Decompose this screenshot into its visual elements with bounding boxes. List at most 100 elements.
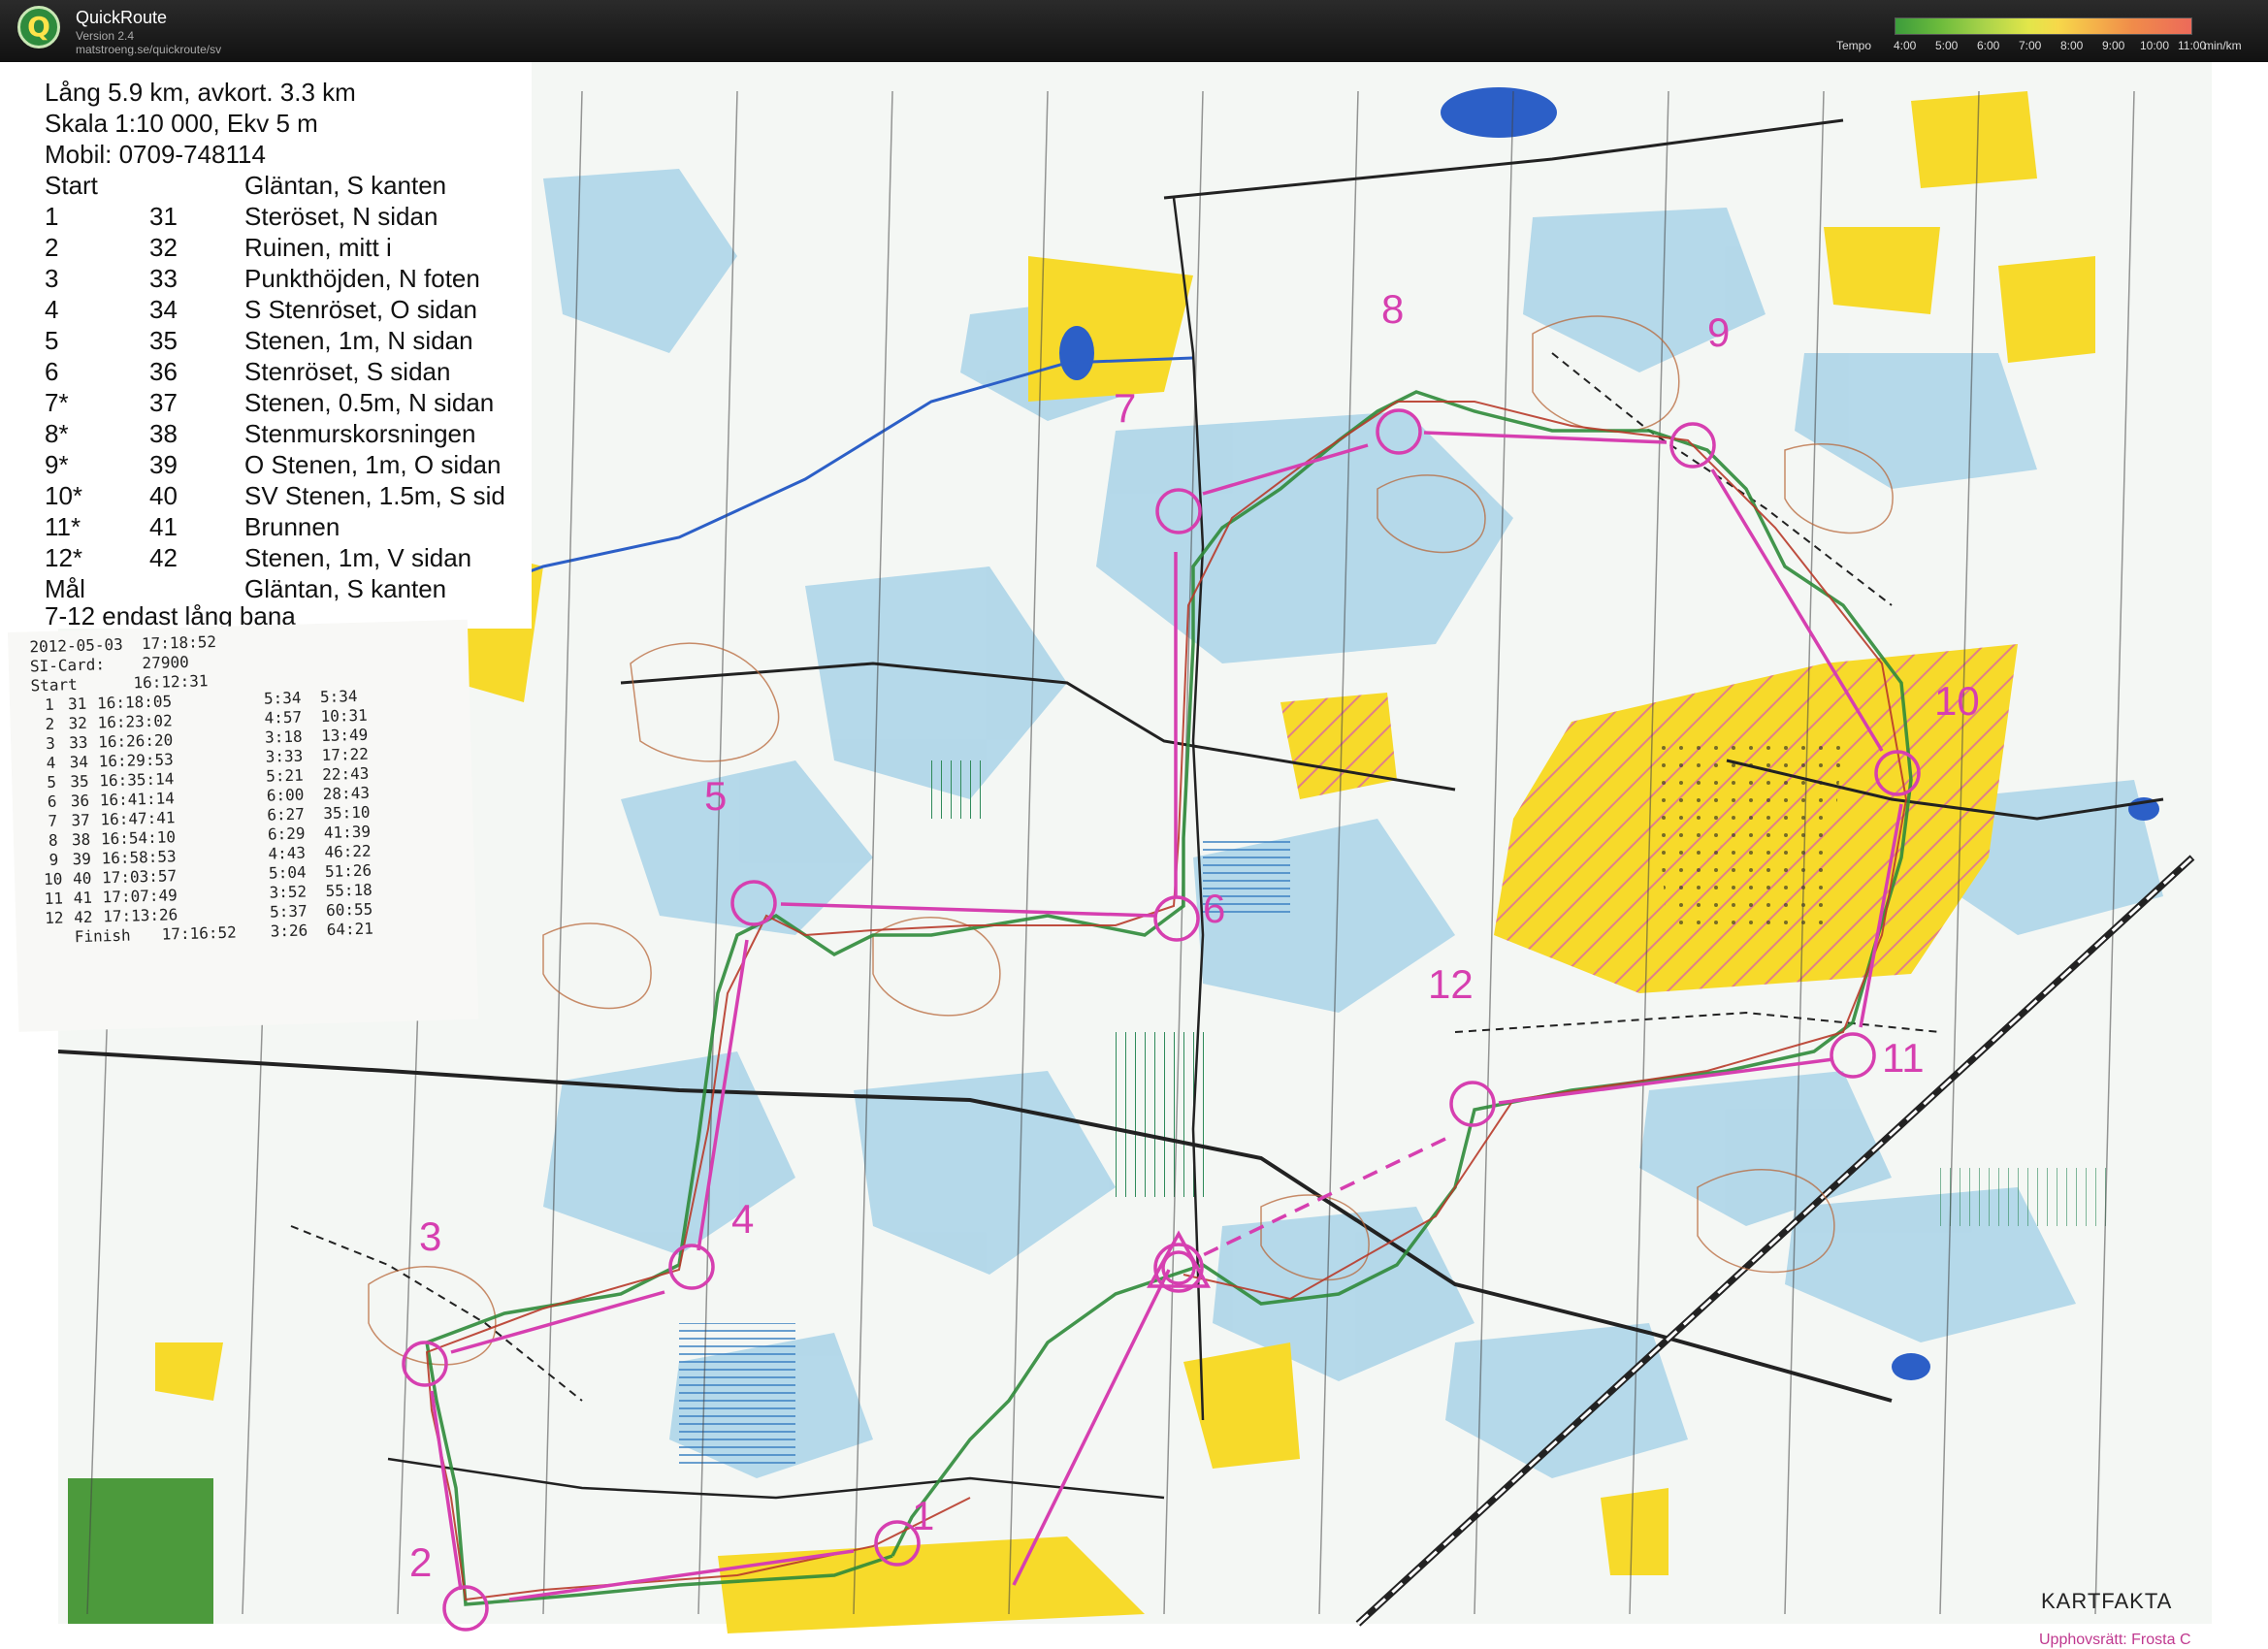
map-info-heading: KARTFAKTA [2041, 1589, 2173, 1613]
receipt-n: 1 [44, 695, 54, 714]
receipt-n: 7 [48, 811, 58, 830]
course-length: Lång 5.9 km, avkort. 3.3 km [45, 78, 356, 107]
receipt-time: 16:35:14 [99, 769, 175, 791]
receipt-split: 5:37 [269, 901, 308, 922]
map-copyright: Upphovsrätt: Frosta C [2039, 1632, 2191, 1648]
receipt-total: 10:31 [320, 705, 368, 727]
control-number: 7 [1114, 385, 1137, 431]
receipt-total: 28:43 [322, 783, 371, 803]
receipt-code: 36 [70, 791, 90, 811]
receipt-code: 34 [69, 752, 89, 772]
control-number: 4 [731, 1196, 755, 1242]
control-number: 8 [1381, 286, 1405, 332]
receipt-split: 5:21 [265, 765, 305, 786]
receipt-total: 22:43 [321, 763, 370, 785]
receipt-total: 35:10 [323, 802, 371, 823]
receipt-n: 12 [44, 908, 64, 928]
receipt-time: 16:26:20 [97, 730, 174, 752]
si-card-receipt: 2012-05-03 17:18:52 SI-Card: 27900 Start… [8, 619, 479, 1032]
control-number: 11 [1882, 1035, 1925, 1081]
receipt-time: 17:03:57 [101, 866, 178, 888]
tempo-legend-label: Tempo [1836, 39, 1872, 52]
tempo-tick: 6:00 [1977, 39, 2000, 52]
receipt-finish-label: Finish [74, 925, 131, 947]
receipt-time: 16:29:53 [98, 750, 175, 771]
app-version: Version 2.4 [76, 29, 135, 43]
control-number: 5 [704, 773, 728, 819]
receipt-split: 4:57 [264, 707, 303, 728]
app-url-link[interactable]: matstroeng.se/quickroute/sv [76, 43, 221, 56]
receipt-finish-time: 17:16:52 [161, 922, 238, 944]
receipt-time: 16:18:05 [96, 692, 173, 713]
receipt-time: 16:58:53 [101, 847, 177, 868]
receipt-split: 6:27 [267, 804, 306, 824]
contact-phone: Mobil: 0709-748114 [45, 140, 266, 169]
receipt-code: 41 [73, 888, 93, 908]
receipt-code: 32 [68, 713, 88, 733]
tempo-unit: min/km [2204, 39, 2242, 52]
tempo-tick: 4:00 [1894, 39, 1917, 52]
app-title-bar: Q QuickRoute Version 2.4 matstroeng.se/q… [0, 0, 2268, 62]
receipt-code: 38 [71, 829, 91, 850]
receipt-time: 16:23:02 [97, 711, 173, 732]
receipt-total: 51:26 [324, 860, 373, 881]
receipt-split: 4:43 [268, 843, 307, 863]
receipt-time: 17:13:26 [102, 905, 178, 926]
tempo-tick: 11:00 [2178, 39, 2207, 52]
receipt-n: 5 [47, 772, 57, 792]
receipt-time: 16:54:10 [100, 827, 177, 849]
receipt-total: 5:34 [319, 686, 358, 707]
receipt-n: 9 [49, 850, 59, 869]
control-description-sheet: Lång 5.9 km, avkort. 3.3 km Skala 1:10 0… [6, 60, 532, 629]
receipt-split: 3:52 [269, 882, 308, 902]
tempo-tick: 5:00 [1935, 39, 1959, 52]
control-number: 9 [1707, 309, 1731, 355]
control-number: 2 [409, 1539, 433, 1585]
receipt-total: 17:22 [321, 744, 370, 765]
receipt-split: 3:18 [264, 727, 303, 747]
receipt-n: 8 [48, 830, 58, 850]
tempo-tick: 7:00 [2019, 39, 2042, 52]
receipt-n: 3 [45, 733, 56, 753]
control-number: 12 [1428, 961, 1474, 1007]
receipt-code: 42 [73, 907, 93, 927]
app-title: QuickRoute [76, 8, 168, 27]
receipt-code: 35 [70, 771, 89, 792]
receipt-time: 17:07:49 [102, 886, 178, 907]
receipt-n: 10 [43, 869, 63, 889]
receipt-code: 33 [68, 732, 88, 753]
receipt-total: 60:55 [325, 899, 373, 920]
receipt-code: 37 [71, 810, 90, 830]
tempo-tick: 8:00 [2060, 39, 2084, 52]
receipt-time: 16:47:41 [100, 808, 176, 829]
tempo-scale-ticks: 4:00 5:00 6:00 7:00 8:00 9:00 10:00 11:0… [1882, 39, 2206, 52]
receipt-finish-split: 3:26 [270, 921, 308, 941]
quickroute-logo-icon: Q [17, 6, 60, 48]
tempo-tick: 10:00 [2140, 39, 2170, 52]
receipt-code: 39 [72, 849, 92, 869]
receipt-n: 11 [44, 889, 64, 909]
receipt-n: 2 [45, 714, 55, 733]
tempo-color-scale [1895, 17, 2192, 35]
control-number: 6 [1203, 886, 1226, 931]
receipt-split: 6:29 [267, 824, 306, 844]
receipt-split: 3:33 [265, 746, 304, 766]
receipt-start: Start 16:12:31 [30, 671, 209, 695]
receipt-split: 6:00 [266, 785, 305, 805]
control-number: 10 [1934, 678, 1980, 724]
receipt-code: 31 [67, 694, 87, 714]
receipt-n: 4 [46, 753, 56, 772]
control-number: 3 [419, 1213, 442, 1259]
control-number: 1 [912, 1493, 935, 1538]
receipt-split: 5:34 [263, 688, 302, 708]
receipt-split: 5:04 [268, 862, 307, 883]
receipt-total: 55:18 [325, 880, 373, 900]
receipt-total: 46:22 [324, 841, 372, 861]
receipt-finish-total: 64:21 [326, 919, 374, 939]
receipt-n: 6 [47, 792, 57, 811]
receipt-code: 40 [72, 868, 92, 889]
receipt-time: 16:41:14 [99, 789, 176, 810]
receipt-total: 41:39 [323, 822, 372, 842]
receipt-total: 13:49 [320, 725, 369, 746]
map-scale: Skala 1:10 000, Ekv 5 m [45, 109, 318, 138]
